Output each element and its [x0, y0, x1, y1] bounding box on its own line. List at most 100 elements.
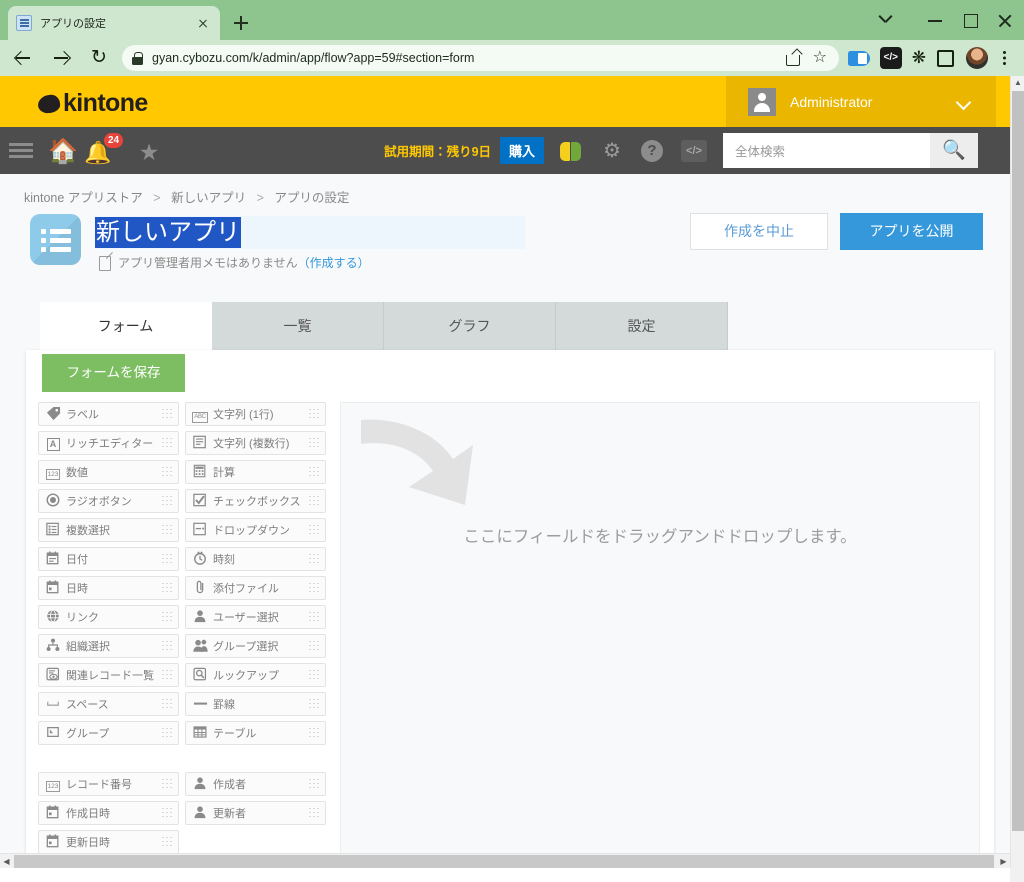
extension-blue-icon[interactable]	[847, 50, 870, 66]
drag-handle-icon[interactable]	[161, 727, 172, 740]
maximize-button[interactable]	[955, 6, 985, 34]
palette-item[interactable]: 関連レコード一覧	[38, 663, 179, 687]
drag-handle-icon[interactable]	[161, 553, 172, 566]
create-memo-link[interactable]: （作成する）	[298, 254, 370, 271]
kintone-logo[interactable]: kintone	[37, 89, 148, 118]
palette-item[interactable]: 日時	[38, 576, 179, 600]
palette-item[interactable]: 時刻	[185, 547, 326, 571]
horizontal-scroll-thumb[interactable]	[14, 855, 994, 868]
drag-handle-icon[interactable]	[308, 727, 319, 740]
drag-handle-icon[interactable]	[308, 669, 319, 682]
palette-item[interactable]: 罫線	[185, 692, 326, 716]
tab-list[interactable]: 一覧	[212, 302, 384, 350]
buy-button[interactable]: 購入	[500, 137, 545, 164]
palette-item[interactable]: 123 数値	[38, 460, 179, 484]
home-icon[interactable]: 🏠	[42, 127, 84, 174]
palette-item[interactable]: グループ	[38, 721, 179, 745]
tab-graph[interactable]: グラフ	[384, 302, 556, 350]
drag-handle-icon[interactable]	[308, 640, 319, 653]
drag-handle-icon[interactable]	[308, 807, 319, 820]
drag-handle-icon[interactable]	[161, 524, 172, 537]
save-form-button[interactable]: フォームを保存	[42, 354, 185, 392]
drag-handle-icon[interactable]	[161, 778, 172, 791]
publish-app-button[interactable]: アプリを公開	[840, 213, 983, 250]
browser-tab[interactable]: アプリの設定	[8, 6, 220, 40]
drag-handle-icon[interactable]	[161, 640, 172, 653]
notification-bell-button[interactable]: 🔔 24	[84, 127, 128, 174]
hamburger-icon[interactable]	[0, 127, 42, 174]
drag-handle-icon[interactable]	[308, 466, 319, 479]
palette-item[interactable]: ユーザー選択	[185, 605, 326, 629]
palette-item[interactable]: 作成者	[185, 772, 326, 796]
bookmark-star-icon[interactable]: ☆	[807, 45, 833, 71]
drag-handle-icon[interactable]	[161, 408, 172, 421]
palette-item[interactable]: リンク	[38, 605, 179, 629]
drag-handle-icon[interactable]	[308, 778, 319, 791]
scroll-left-icon[interactable]: ◀	[0, 854, 13, 869]
palette-item[interactable]: 組織選択	[38, 634, 179, 658]
share-icon[interactable]	[781, 45, 807, 71]
palette-item[interactable]: グループ選択	[185, 634, 326, 658]
form-dropzone[interactable]: ここにフィールドをドラッグアンドドロップします。	[340, 402, 980, 860]
reload-icon[interactable]: ↻	[84, 43, 114, 73]
address-bar[interactable]: gyan.cybozu.com/k/admin/app/flow?app=59#…	[122, 45, 839, 71]
chevron-down-icon[interactable]	[870, 6, 900, 34]
drag-handle-icon[interactable]	[161, 611, 172, 624]
cancel-creation-button[interactable]: 作成を中止	[690, 213, 828, 250]
palette-item[interactable]: ラベル	[38, 402, 179, 426]
palette-item[interactable]: 作成日時	[38, 801, 179, 825]
code-icon[interactable]: </>	[681, 139, 707, 162]
palette-item[interactable]: スペース	[38, 692, 179, 716]
palette-item[interactable]: 計算	[185, 460, 326, 484]
vertical-scroll-thumb[interactable]	[1012, 91, 1024, 831]
search-icon[interactable]: 🔍	[930, 133, 978, 168]
palette-item[interactable]: ラジオボタン	[38, 489, 179, 513]
drag-handle-icon[interactable]	[161, 669, 172, 682]
palette-item[interactable]: 日付	[38, 547, 179, 571]
breadcrumb-item-app[interactable]: 新しいアプリ	[171, 191, 246, 205]
drag-handle-icon[interactable]	[161, 836, 172, 849]
drag-handle-icon[interactable]	[161, 437, 172, 450]
scroll-right-icon[interactable]: ▶	[997, 854, 1010, 869]
palette-item[interactable]: 123 レコード番号	[38, 772, 179, 796]
drag-handle-icon[interactable]	[308, 437, 319, 450]
devtools-icon[interactable]: </>	[879, 47, 902, 69]
drag-handle-icon[interactable]	[161, 582, 172, 595]
drag-handle-icon[interactable]	[308, 582, 319, 595]
palette-item[interactable]: 更新日時	[38, 830, 179, 854]
new-leaf-icon[interactable]	[560, 140, 582, 162]
tab-settings[interactable]: 設定	[556, 302, 728, 350]
window-close-button[interactable]	[990, 6, 1020, 34]
user-menu[interactable]: Administrator	[726, 76, 996, 127]
horizontal-scrollbar[interactable]: ◀ ▶	[0, 853, 1010, 868]
drag-handle-icon[interactable]	[308, 698, 319, 711]
palette-item[interactable]: ドロップダウン	[185, 518, 326, 542]
palette-item[interactable]: A リッチエディター	[38, 431, 179, 455]
close-icon[interactable]	[194, 14, 212, 32]
new-tab-button[interactable]	[228, 10, 254, 36]
favorites-star-icon[interactable]: ★	[128, 127, 170, 174]
vertical-scrollbar[interactable]: ▲ ▼	[1010, 76, 1024, 882]
scroll-up-icon[interactable]: ▲	[1011, 76, 1024, 90]
drag-handle-icon[interactable]	[161, 495, 172, 508]
tab-form[interactable]: フォーム	[40, 302, 212, 350]
forward-button[interactable]	[46, 43, 76, 73]
profile-avatar[interactable]	[966, 47, 988, 69]
drag-handle-icon[interactable]	[308, 553, 319, 566]
palette-item[interactable]: 複数選択	[38, 518, 179, 542]
palette-item[interactable]: 更新者	[185, 801, 326, 825]
breadcrumb-item-store[interactable]: kintone アプリストア	[24, 191, 143, 205]
puzzle-extensions-icon[interactable]: ❋	[912, 47, 926, 69]
chrome-menu-kebab-icon[interactable]	[994, 47, 1014, 69]
drag-handle-icon[interactable]	[308, 408, 319, 421]
drag-handle-icon[interactable]	[308, 524, 319, 537]
palette-item[interactable]: チェックボックス	[185, 489, 326, 513]
side-panel-icon[interactable]	[937, 49, 954, 67]
minimize-button[interactable]	[920, 6, 950, 34]
global-search-input[interactable]: 全体検索	[723, 133, 930, 168]
palette-item[interactable]: テーブル	[185, 721, 326, 745]
drag-handle-icon[interactable]	[308, 495, 319, 508]
help-icon[interactable]: ?	[641, 139, 663, 162]
drag-handle-icon[interactable]	[161, 698, 172, 711]
palette-item[interactable]: ルックアップ	[185, 663, 326, 687]
